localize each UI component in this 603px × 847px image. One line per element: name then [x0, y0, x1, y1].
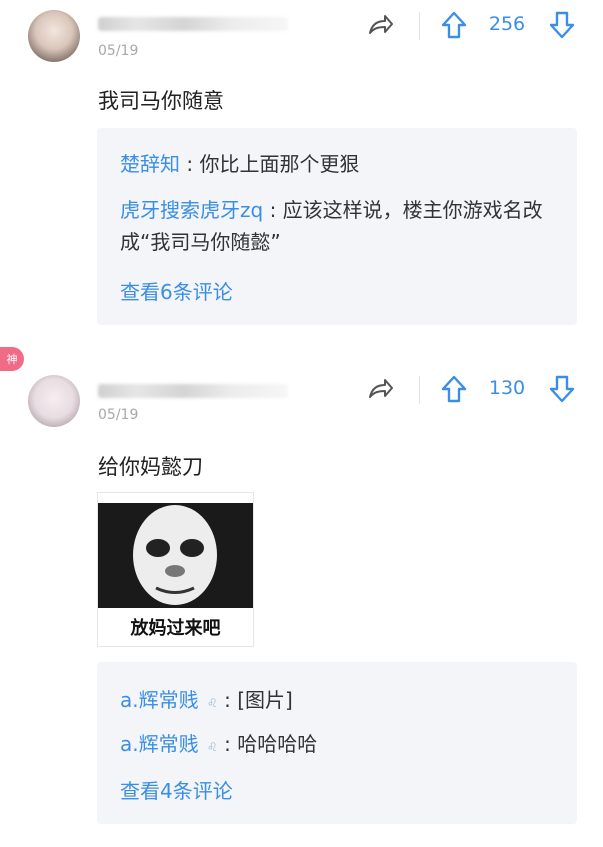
- divider: [419, 376, 420, 404]
- reply-separator: :: [224, 688, 231, 712]
- arrow-down-icon[interactable]: [549, 375, 575, 403]
- lion-badge-icon: ♌: [206, 740, 218, 754]
- reply-username[interactable]: 虎牙搜索虎牙zq: [120, 198, 263, 222]
- avatar[interactable]: [28, 10, 80, 62]
- view-more-comments-link[interactable]: 查看4条评论: [120, 775, 233, 804]
- reply-username[interactable]: a.辉常贱: [120, 688, 199, 712]
- username-blurred[interactable]: [98, 384, 288, 398]
- reply-item: 楚辞知 : 你比上面那个更狠: [120, 148, 557, 180]
- arrow-down-icon[interactable]: [549, 11, 575, 39]
- reply-separator: :: [186, 152, 194, 176]
- lion-badge-icon: ♌: [206, 696, 218, 710]
- avatar[interactable]: [28, 375, 80, 427]
- comment-body: 我司马你随意: [98, 89, 224, 113]
- comment-image[interactable]: 放妈过来吧: [97, 492, 254, 647]
- meme-caption: 放妈过来吧: [130, 618, 221, 639]
- comment-body: 给你妈懿刀: [98, 455, 203, 479]
- reply-box: 楚辞知 : 你比上面那个更狠 虎牙搜索虎牙zq : 应该这样说，楼主你游戏名改成…: [97, 128, 577, 325]
- god-comment-badge: 神: [0, 347, 24, 371]
- share-icon[interactable]: [368, 377, 394, 401]
- reply-separator: :: [224, 732, 231, 756]
- comment-divider: [0, 333, 603, 347]
- comment-date: 05/19: [98, 407, 139, 423]
- vote-count: 130: [488, 377, 526, 399]
- reply-item: a.辉常贱 ♌ : 哈哈哈哈: [120, 728, 557, 763]
- divider: [419, 12, 420, 40]
- reply-box: a.辉常贱 ♌ : [图片] a.辉常贱 ♌ : 哈哈哈哈 查看4条评论: [97, 662, 577, 824]
- view-more-comments-link[interactable]: 查看6条评论: [120, 276, 233, 305]
- share-icon[interactable]: [368, 13, 394, 37]
- reply-username[interactable]: a.辉常贱: [120, 732, 199, 756]
- reply-separator: :: [269, 198, 277, 222]
- reply-item: 虎牙搜索虎牙zq : 应该这样说，楼主你游戏名改成“我司马你随懿”: [120, 194, 557, 258]
- username-blurred[interactable]: [98, 17, 288, 31]
- reply-username[interactable]: 楚辞知: [120, 152, 180, 176]
- arrow-up-icon[interactable]: [441, 11, 467, 39]
- reply-text: [图片]: [237, 688, 293, 712]
- arrow-up-icon[interactable]: [441, 375, 467, 403]
- reply-text: 你比上面那个更狠: [199, 152, 360, 176]
- vote-count: 256: [488, 13, 526, 35]
- comment-date: 05/19: [98, 43, 139, 59]
- reply-text: 哈哈哈哈: [237, 732, 318, 756]
- reply-item: a.辉常贱 ♌ : [图片]: [120, 684, 557, 719]
